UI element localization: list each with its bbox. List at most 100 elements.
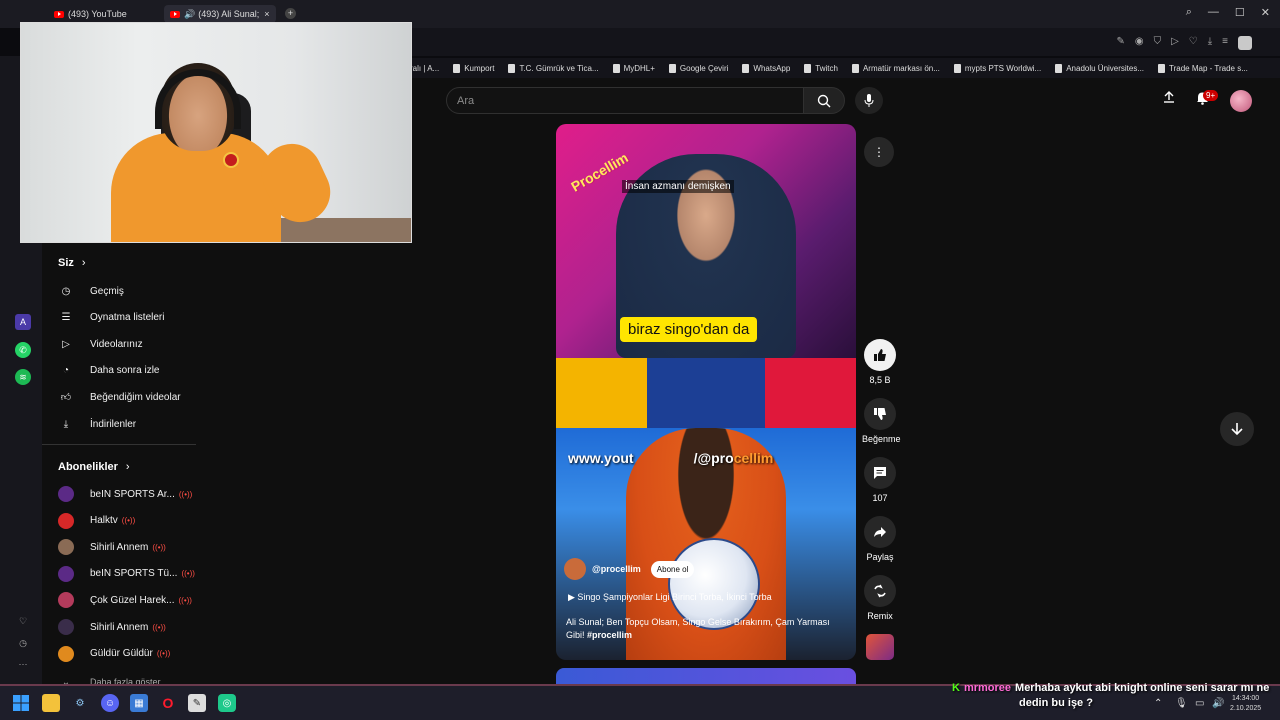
upload-button[interactable] [1162,90,1176,104]
shield-icon[interactable]: ⛉ [1154,36,1162,50]
comments-button[interactable]: 107 [862,457,898,503]
close-window-button[interactable]: ✕ [1261,6,1270,19]
calculator-icon[interactable]: ▦ [130,694,148,712]
remix-button[interactable]: Remix [862,575,898,621]
steam-icon[interactable]: ⚙ [71,694,89,712]
channel-name[interactable]: @procellim [592,564,641,574]
voice-search-button[interactable] [855,87,883,114]
clock-date: 2.10.2025 [1230,705,1262,712]
bookmark-item[interactable]: MyDHL+ [612,63,655,73]
sidebar-item-label: Videolarınız [90,338,143,350]
sidebar-item-daha-sonra-izle[interactable]: ◔ Daha sonra izle [58,363,160,379]
search-input[interactable]: Ara [446,87,804,114]
bookmark-item[interactable]: Anadolu Üniversites... [1055,63,1145,73]
system-clock[interactable]: 14:34:00 2.10.2025 [1230,694,1261,714]
bookmark-item[interactable]: Twitch [804,63,838,73]
bookmark-item[interactable]: T.C. Gümrük ve Tica... [508,63,599,73]
live-indicator-icon: ((•)) [152,622,166,632]
tab-youtube[interactable]: (493) YouTube [48,5,133,23]
aria-icon[interactable]: A [15,314,31,330]
windows-start-icon[interactable] [12,694,30,712]
channel-avatar [58,619,74,635]
section-title: Abonelikler [58,461,118,473]
you-section-header[interactable]: Siz › [58,257,86,269]
subscription-item[interactable]: Sihirli Annem ((•)) [58,539,166,556]
subscription-item[interactable]: beIN SPORTS Tü... ((•)) [58,565,195,582]
camera-icon[interactable]: ◉ [1135,36,1144,50]
channel-avatar[interactable] [564,558,586,580]
sound-thumbnail[interactable] [866,634,894,660]
more-options-button[interactable]: ⋮ [864,137,894,167]
tab-ali-sunal[interactable]: 🔊 (493) Ali Sunal; Be × [164,5,276,23]
volume-icon[interactable]: 🔊 [1212,698,1224,709]
opera-gx-icon[interactable]: O [159,694,177,712]
bookmark-label: Anadolu Üniversites... [1066,63,1145,73]
search-button[interactable] [803,87,845,114]
bookmark-item[interactable]: mypts PTS Worldwi... [953,63,1041,73]
subscription-item[interactable]: Sihirli Annem ((•)) [58,619,166,635]
discord-icon[interactable]: ☺ [101,694,119,712]
tray-chevron-icon[interactable]: ⌃ [1154,698,1162,709]
bookmark-item[interactable]: WhatsApp [742,63,790,73]
play-icon[interactable]: ▷ [1171,36,1179,50]
live-indicator-icon: ((•)) [181,569,195,579]
sidebar-item-videolarınız[interactable]: ▷ Videolarınız [58,336,143,352]
short-video-player[interactable]: www.yout/@procellim Procellim İnsan azma… [556,124,856,660]
channel-avatar [58,565,74,582]
more-icon[interactable]: ··· [15,656,31,672]
close-icon[interactable]: × [264,9,269,19]
maximize-button[interactable]: ☐ [1235,6,1245,19]
hashtag[interactable]: #procellim [587,630,632,640]
microphone-icon[interactable]: 🎙 [1175,698,1188,709]
sidebar-item-label: Beğendiğim videolar [90,391,181,403]
subscription-item[interactable]: Halktv ((•)) [58,512,135,529]
sidebar-item-geçmiş[interactable]: ◷ Geçmiş [58,283,124,299]
account-avatar[interactable] [1230,90,1252,112]
dislike-button[interactable]: Beğenme [862,398,901,444]
download-icon[interactable]: ⤓ [1208,36,1212,50]
bookmark-item[interactable]: Trade Map - Trade s... [1158,63,1248,73]
kick-logo-icon: K [952,682,960,694]
heart-icon[interactable]: ♡ [15,613,31,629]
bookmark-item[interactable]: Armatür markası ön... [851,63,940,73]
search-tabs-icon[interactable]: ⌕ [1186,6,1192,19]
short-description[interactable]: Ali Sunal; Ben Topçu Olsam, Singo Gelse … [566,616,846,642]
share-button[interactable]: Paylaş [862,516,898,562]
spotify-icon[interactable]: ≋ [15,369,31,385]
bookmark-item[interactable]: Kumport [453,63,494,73]
obs-icon[interactable]: ◎ [218,694,236,712]
subscriptions-section-header[interactable]: Abonelikler › [58,461,130,473]
history-icon[interactable]: ◷ [15,635,31,651]
whatsapp-icon[interactable]: ✆ [15,342,31,358]
new-tab-button[interactable]: + [285,8,296,19]
subscription-item[interactable]: beIN SPORTS Ar... ((•)) [58,486,192,502]
heart-icon[interactable]: ♡ [1189,36,1198,50]
subscribe-button[interactable]: Abone ol [650,560,695,578]
next-video-button[interactable] [1220,412,1254,446]
next-short-preview[interactable] [556,668,856,684]
sidebar-item-i̇ndirilenler[interactable]: ⤓ İndirilenler [58,416,136,432]
sidebar-item-oynatma-listeleri[interactable]: ☰ Oynatma listeleri [58,310,165,326]
subscription-item[interactable]: Güldür Güldür ((•)) [58,645,170,662]
subscription-label: beIN SPORTS Tü... [90,568,178,580]
bookmark-item[interactable]: ralı | A... [410,64,439,73]
channel-avatar [58,645,74,662]
menu-icon[interactable]: ≡ [1222,36,1228,50]
notepad-icon[interactable]: ✎ [188,694,206,712]
subscription-item[interactable]: Çok Güzel Harek... ((•)) [58,592,192,609]
sidebar-item-beğendiğim-videolar[interactable]: 👍︎ Beğendiğim videolar [58,389,181,405]
channel-avatar [58,539,74,556]
file-explorer-icon[interactable] [42,694,60,712]
bookmark-label: Google Çeviri [679,63,729,73]
bookmark-item[interactable]: Google Çeviri [668,63,729,73]
track-title: Singo Şampiyonlar Ligi Birinci Torba, İk… [577,592,772,602]
bookmark-label: Twitch [815,63,838,73]
profile-icon[interactable] [1238,36,1252,50]
network-icon[interactable]: ▭ [1195,698,1204,709]
track-row[interactable]: ▶ Singo Şampiyonlar Ligi Birinci Torba, … [568,592,772,603]
like-button[interactable]: 8,5 B [862,339,898,385]
edit-icon[interactable]: ✎ [1116,36,1124,50]
share-icon [874,527,886,537]
live-indicator-icon: ((•)) [152,542,166,552]
minimize-button[interactable]: — [1208,6,1219,19]
